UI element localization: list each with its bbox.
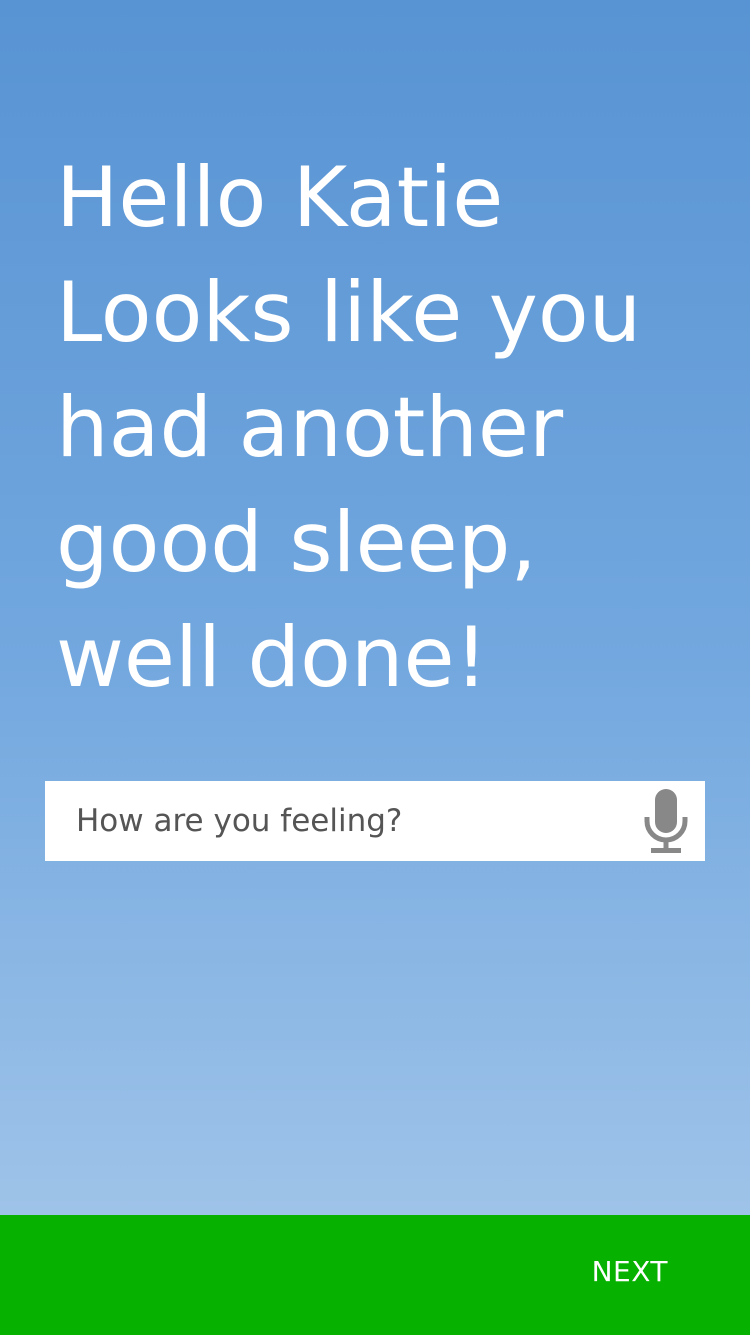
greeting-line: good sleep, [56, 494, 537, 591]
mood-input[interactable] [45, 781, 625, 861]
footer-bar: NEXT [0, 1215, 750, 1335]
greeting-line: Hello Katie [56, 149, 504, 246]
microphone-button[interactable] [643, 787, 689, 855]
greeting-line: Looks like you [56, 264, 642, 361]
microphone-icon [644, 789, 688, 853]
next-button[interactable]: NEXT [592, 1255, 668, 1288]
mood-input-bar [45, 781, 705, 861]
greeting-line: well done! [56, 609, 488, 706]
greeting-line: had another [56, 379, 564, 476]
greeting-message: Hello Katie Looks like you had another g… [56, 140, 716, 715]
app-screen: Hello Katie Looks like you had another g… [0, 0, 750, 1335]
